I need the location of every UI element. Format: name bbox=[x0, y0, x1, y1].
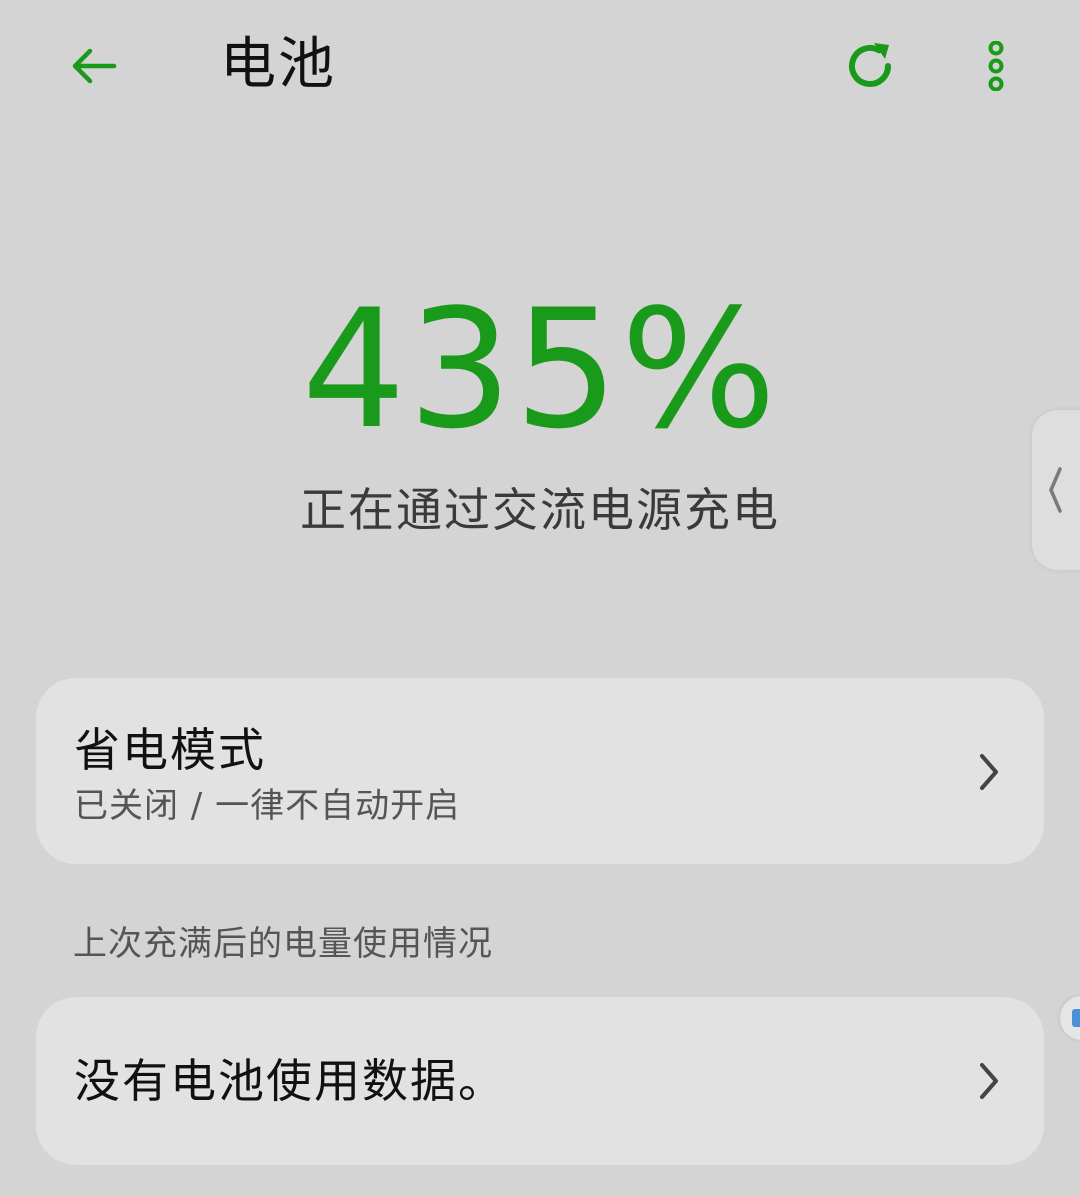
back-button[interactable] bbox=[56, 28, 132, 104]
power-saving-status: 已关闭 / 一律不自动开启 bbox=[74, 786, 461, 826]
side-panel-handle[interactable] bbox=[1032, 410, 1080, 570]
chevron-left-icon bbox=[1049, 467, 1062, 513]
power-saving-mode-card[interactable]: 省电模式 已关闭 / 一律不自动开启 bbox=[36, 678, 1044, 864]
assistant-icon bbox=[1072, 1009, 1080, 1027]
refresh-button[interactable] bbox=[832, 28, 908, 104]
top-app-bar: 电池 bbox=[0, 0, 1080, 130]
no-usage-data-text: 没有电池使用数据。 bbox=[74, 1054, 506, 1108]
more-vertical-icon bbox=[988, 41, 1004, 91]
usage-section-label: 上次充满后的电量使用情况 bbox=[73, 924, 493, 964]
chevron-right-icon bbox=[980, 754, 998, 790]
refresh-icon bbox=[849, 43, 891, 87]
battery-percentage: 435% bbox=[301, 274, 779, 465]
battery-usage-card[interactable]: 没有电池使用数据。 bbox=[36, 997, 1044, 1165]
arrow-left-icon bbox=[72, 48, 117, 84]
page-title: 电池 bbox=[220, 32, 336, 97]
floating-assistant-bubble[interactable] bbox=[1060, 996, 1080, 1040]
charging-status: 正在通过交流电源充电 bbox=[300, 483, 780, 537]
battery-settings-screen: 电池 435% 正在通过交流电源充电 省电模式 已关闭 / 一律不自动开启 上次… bbox=[0, 0, 1080, 1196]
more-options-button[interactable] bbox=[958, 28, 1034, 104]
power-saving-title: 省电模式 bbox=[74, 723, 266, 777]
chevron-right-icon bbox=[980, 1063, 998, 1099]
